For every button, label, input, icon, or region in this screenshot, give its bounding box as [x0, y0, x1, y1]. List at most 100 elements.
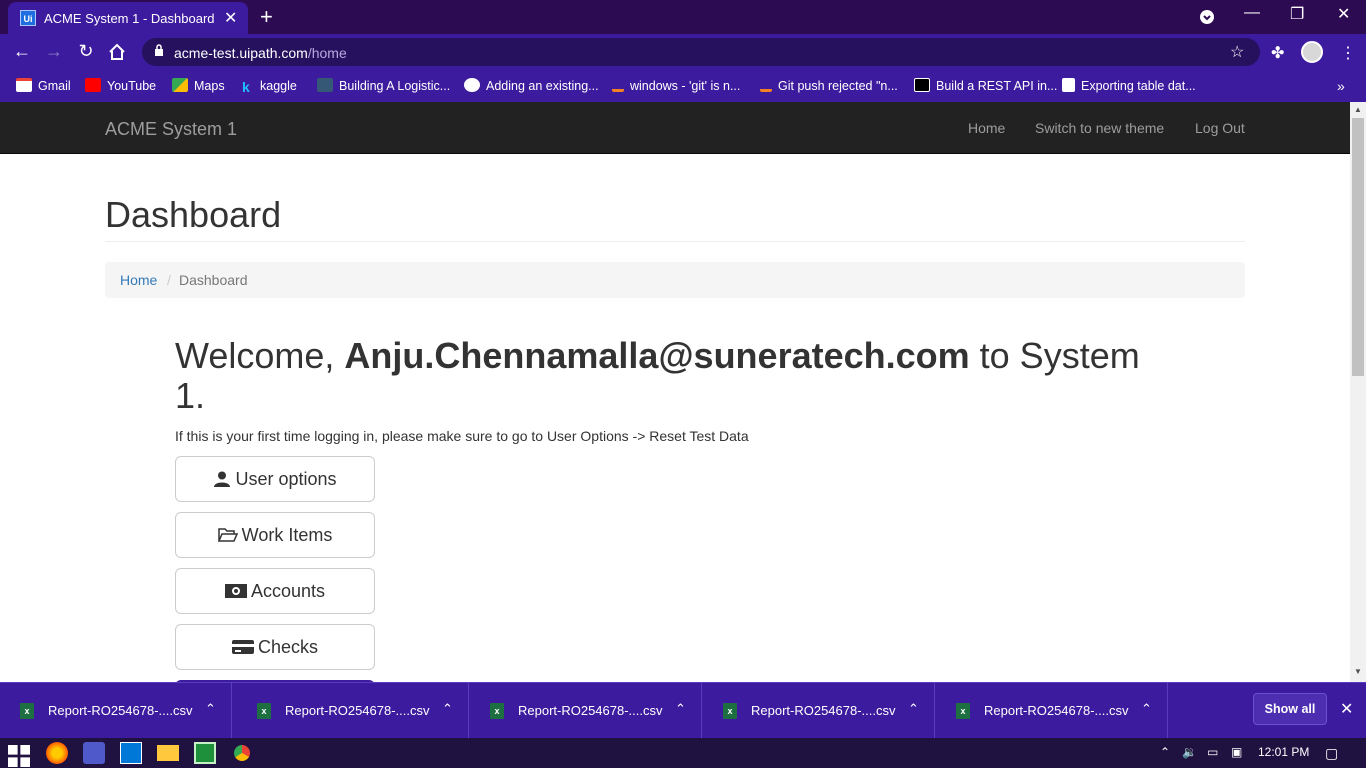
minimize-icon[interactable]: —: [1244, 4, 1260, 22]
youtube-icon: [85, 78, 101, 92]
uipath-favicon-icon: Ui: [20, 10, 36, 26]
credit-card-icon: [231, 640, 254, 654]
tray-expand-icon[interactable]: ⌃: [1160, 745, 1170, 759]
excel-file-icon: x: [20, 703, 34, 719]
address-bar[interactable]: acme-test.uipath.com/home ☆: [142, 38, 1260, 66]
menu-kebab-icon[interactable]: ⋮: [1340, 43, 1356, 63]
bookmark-git-push[interactable]: Git push rejected "n...: [760, 77, 898, 95]
bookmark-logistic[interactable]: Building A Logistic...: [317, 77, 450, 95]
page-scrollbar[interactable]: ▲ ▼: [1350, 102, 1366, 682]
scroll-up-icon[interactable]: ▲: [1354, 105, 1362, 114]
chrome-icon[interactable]: [231, 742, 253, 764]
user-icon: [214, 471, 231, 487]
home-icon[interactable]: [108, 43, 126, 61]
checks-button[interactable]: Checks: [175, 624, 375, 670]
brand-link[interactable]: ACME System 1: [105, 119, 237, 140]
restore-icon[interactable]: ❐: [1290, 4, 1304, 24]
github-icon: [464, 78, 480, 92]
chevron-up-icon[interactable]: ⌃: [908, 701, 919, 717]
bookmark-kaggle[interactable]: k kaggle: [242, 77, 297, 95]
browser-tab-strip: Ui ACME System 1 - Dashboard ✕ + — ❐ ✕: [0, 0, 1366, 34]
download-item[interactable]: x Report-RO254678-....csv ⌃: [470, 683, 702, 739]
first-login-hint: If this is your first time logging in, p…: [175, 428, 749, 444]
bookmarks-bar: Gmail YouTube Maps k kaggle Building A Lo…: [0, 70, 1366, 102]
firefox-icon[interactable]: [46, 742, 68, 764]
lock-icon: [155, 44, 163, 56]
volume-icon[interactable]: 🔉: [1182, 745, 1197, 759]
stackoverflow-icon: [612, 78, 624, 92]
bookmark-github[interactable]: Adding an existing...: [464, 77, 599, 95]
bookmark-maps[interactable]: Maps: [172, 77, 225, 95]
bookmark-star-icon[interactable]: ☆: [1230, 42, 1244, 62]
chevron-up-icon[interactable]: ⌃: [205, 701, 216, 717]
download-item[interactable]: x Report-RO254678-....csv ⌃: [0, 683, 232, 739]
excel-file-icon: x: [490, 703, 504, 719]
tab-search-icon[interactable]: [1199, 9, 1215, 25]
nav-home-link[interactable]: Home: [968, 120, 1005, 136]
maps-icon: [172, 78, 188, 92]
windows-start-icon[interactable]: [8, 745, 30, 767]
battery-icon[interactable]: ▭: [1207, 745, 1218, 759]
folder-open-icon: [217, 528, 238, 542]
downloads-shelf: x Report-RO254678-....csv ⌃ x Report-RO2546…: [0, 682, 1366, 739]
breadcrumb-home-link[interactable]: Home: [120, 272, 157, 288]
excel-file-icon: x: [257, 703, 271, 719]
excel-file-icon: x: [956, 703, 970, 719]
welcome-user-email: Anju.Chennamalla@suneratech.com: [344, 335, 970, 376]
bookmark-rest-api[interactable]: Build a REST API in...: [914, 77, 1057, 95]
money-icon: [224, 584, 247, 598]
extensions-icon[interactable]: ✤: [1271, 43, 1284, 63]
profile-avatar[interactable]: [1301, 41, 1323, 63]
new-tab-button[interactable]: +: [260, 4, 273, 30]
tab-title: ACME System 1 - Dashboard: [44, 11, 215, 26]
breadcrumb-current: Dashboard: [179, 272, 248, 288]
tab-close-icon[interactable]: ✕: [224, 8, 237, 28]
app-navbar: ACME System 1 Home Switch to new theme L…: [0, 102, 1350, 154]
gmail-icon: [16, 78, 32, 92]
page-title: Dashboard: [105, 194, 282, 235]
browser-toolbar: ← → ↻ acme-test.uipath.com/home ☆ ✤ ⋮: [0, 34, 1366, 70]
bookmarks-overflow-icon[interactable]: »: [1337, 77, 1345, 95]
accounts-button[interactable]: Accounts: [175, 568, 375, 614]
page-viewport: ACME System 1 Home Switch to new theme L…: [0, 102, 1350, 682]
bookmark-youtube[interactable]: YouTube: [85, 77, 156, 95]
reload-icon[interactable]: ↻: [75, 41, 97, 62]
app-s-icon[interactable]: [120, 742, 142, 764]
back-icon[interactable]: ←: [11, 41, 33, 62]
url-text: acme-test.uipath.com/home: [174, 45, 347, 61]
bookmark-gmail[interactable]: Gmail: [16, 77, 71, 95]
forward-icon[interactable]: →: [43, 41, 65, 62]
work-items-button[interactable]: Work Items: [175, 512, 375, 558]
breadcrumb-separator: /: [167, 272, 171, 288]
kaggle-icon: k: [242, 79, 250, 95]
excel-file-icon: x: [723, 703, 737, 719]
app-green-icon[interactable]: [194, 742, 216, 764]
window-close-icon[interactable]: ✕: [1337, 4, 1350, 24]
notification-icon[interactable]: ▢: [1325, 745, 1338, 762]
teams-icon[interactable]: [83, 742, 105, 764]
stackoverflow-icon: [760, 78, 772, 92]
nav-logout-link[interactable]: Log Out: [1195, 120, 1245, 136]
chevron-up-icon[interactable]: ⌃: [442, 701, 453, 717]
file-explorer-icon[interactable]: [157, 745, 179, 761]
clock[interactable]: 12:01 PM: [1258, 745, 1309, 759]
nav-switch-theme-link[interactable]: Switch to new theme: [1035, 120, 1164, 136]
download-item[interactable]: x Report-RO254678-....csv ⌃: [237, 683, 469, 739]
sheet-icon: [1062, 78, 1075, 92]
network-icon[interactable]: ▣: [1231, 745, 1242, 759]
tds-icon: [317, 78, 333, 92]
close-downloads-icon[interactable]: ✕: [1340, 699, 1353, 719]
chevron-up-icon[interactable]: ⌃: [1141, 701, 1152, 717]
browser-tab-active[interactable]: Ui ACME System 1 - Dashboard ✕: [8, 2, 248, 34]
title-divider: [105, 241, 1245, 242]
bookmark-windows-git[interactable]: windows - 'git' is n...: [612, 77, 740, 95]
scrollbar-thumb[interactable]: [1352, 118, 1364, 376]
download-item[interactable]: x Report-RO254678-....csv ⌃: [703, 683, 935, 739]
bookmark-exporting[interactable]: Exporting table dat...: [1062, 77, 1196, 95]
chevron-up-icon[interactable]: ⌃: [675, 701, 686, 717]
download-item[interactable]: x Report-RO254678-....csv ⌃: [936, 683, 1168, 739]
scroll-down-icon[interactable]: ▼: [1354, 667, 1362, 676]
user-options-button[interactable]: User options: [175, 456, 375, 502]
show-all-downloads-button[interactable]: Show all: [1253, 693, 1327, 725]
welcome-heading: Welcome, Anju.Chennamalla@suneratech.com…: [175, 335, 1140, 416]
